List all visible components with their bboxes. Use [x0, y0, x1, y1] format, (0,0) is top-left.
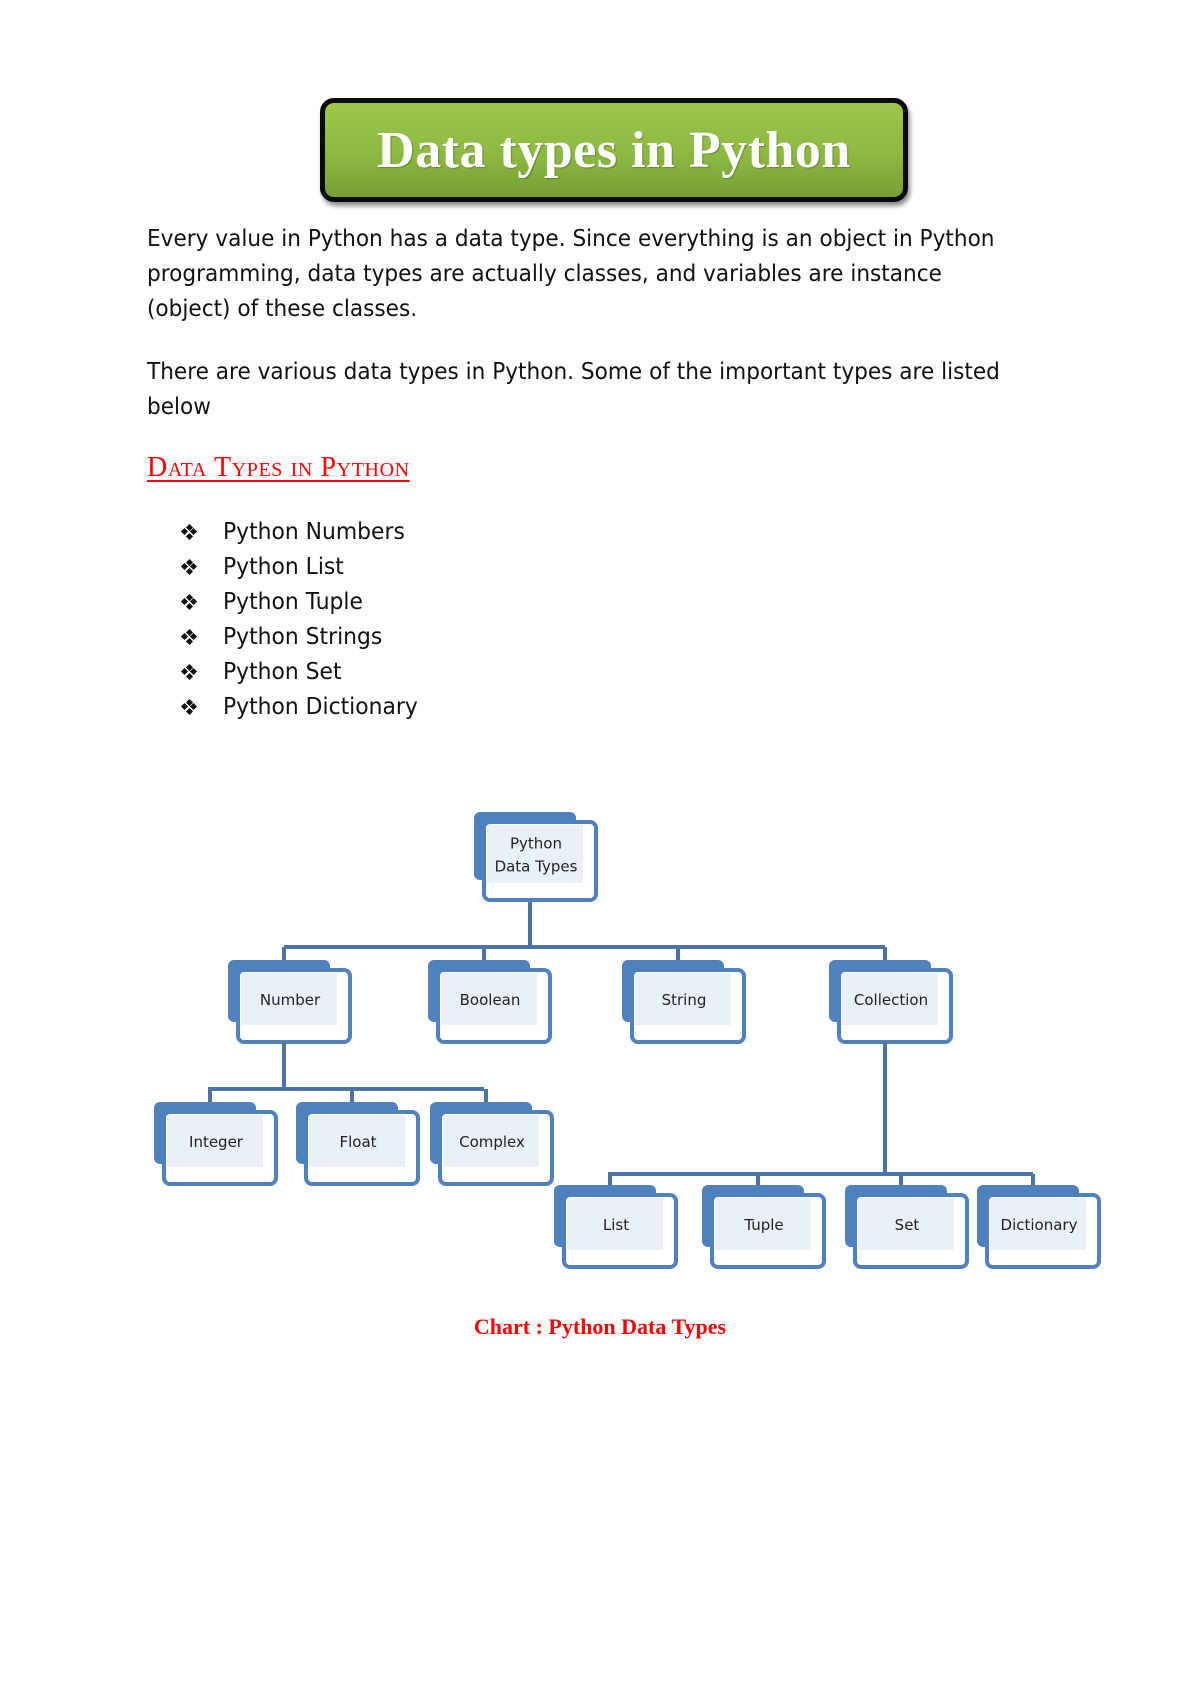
node-tuple-label: Tuple — [743, 1216, 783, 1234]
node-list-label: List — [603, 1216, 629, 1234]
node-dictionary-label: Dictionary — [1001, 1216, 1078, 1234]
node-number-label: Number — [260, 991, 321, 1009]
node-set-label: Set — [895, 1216, 920, 1234]
node-integer-label: Integer — [189, 1133, 244, 1151]
node-complex-label: Complex — [459, 1133, 525, 1151]
data-types-hierarchy-diagram: Python Data Types Number Boolean String Colle… — [154, 812, 1101, 1269]
node-boolean-label: Boolean — [460, 991, 521, 1009]
node-string-label: String — [662, 991, 707, 1009]
node-complex: Complex — [430, 1102, 554, 1186]
node-root-label: Python — [510, 835, 562, 853]
node-boolean: Boolean — [428, 960, 552, 1044]
node-collection: Collection — [829, 960, 953, 1044]
node-set: Set — [845, 1185, 969, 1269]
node-string: String — [622, 960, 746, 1044]
diagram-caption: Chart : Python Data Types — [473, 1314, 727, 1339]
node-number: Number — [228, 960, 352, 1044]
node-list: List — [554, 1185, 678, 1269]
node-float: Float — [296, 1102, 420, 1186]
node-root-label: Data Types — [495, 858, 578, 876]
node-collection-label: Collection — [854, 991, 928, 1009]
node-tuple: Tuple — [702, 1185, 826, 1269]
node-integer: Integer — [154, 1102, 278, 1186]
node-dictionary: Dictionary — [977, 1185, 1101, 1269]
node-float-label: Float — [339, 1133, 376, 1151]
node-root: Python Data Types — [474, 812, 598, 902]
